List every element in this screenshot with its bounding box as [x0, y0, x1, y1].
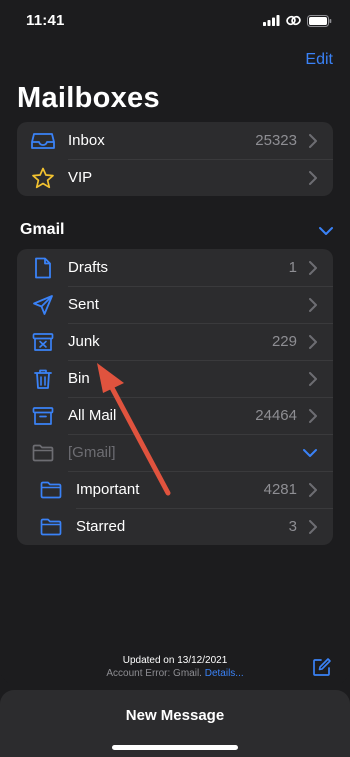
mailbox-label: All Mail — [68, 407, 117, 424]
mailbox-count: 1 — [288, 259, 297, 276]
status-bar: 11:41 — [0, 0, 350, 44]
mailbox-label: Starred — [76, 518, 126, 535]
section-title-gmail: Gmail — [20, 221, 65, 238]
account-error-text: Account Error: Gmail. — [106, 668, 202, 679]
mailbox-row-inbox[interactable]: Inbox 25323 — [17, 122, 333, 159]
status-icons — [263, 14, 332, 27]
mailbox-count: 4281 — [263, 481, 297, 498]
mailbox-label: VIP — [68, 169, 93, 186]
account-error-line: Account Error: Gmail. Details... — [0, 668, 350, 679]
link-icon — [286, 15, 301, 26]
mailbox-count: 229 — [271, 333, 297, 350]
gmail-mailboxes-group: Drafts 1 Sent Junk 229 Bin All Mail 2446… — [17, 249, 333, 545]
chevron-right-icon — [309, 134, 317, 148]
chevron-right-icon — [309, 335, 317, 349]
mailbox-row-vip[interactable]: VIP — [17, 159, 333, 196]
updated-text: Updated on 13/12/2021 — [122, 655, 228, 666]
status-time: 11:41 — [26, 12, 65, 29]
inbox-icon — [31, 130, 55, 152]
mailbox-label: Junk — [68, 333, 100, 350]
paper-plane-icon — [31, 294, 55, 316]
mailbox-row-important[interactable]: Important 4281 — [17, 471, 333, 508]
mailbox-row-bin[interactable]: Bin — [17, 360, 333, 397]
junk-icon — [31, 331, 55, 353]
sync-status: Updated on 13/12/2021 Account Error: Gma… — [0, 655, 350, 679]
details-link[interactable]: Details... — [205, 668, 244, 679]
home-indicator[interactable] — [112, 745, 238, 750]
chevron-right-icon — [309, 372, 317, 386]
compose-icon[interactable] — [312, 657, 332, 677]
folder-icon — [39, 516, 63, 538]
new-message-sheet[interactable]: New Message — [0, 690, 350, 757]
folder-icon — [31, 442, 55, 464]
chevron-right-icon — [309, 298, 317, 312]
chevron-right-icon — [309, 261, 317, 275]
mailbox-label: Important — [76, 481, 140, 498]
mailbox-count: 24464 — [255, 407, 297, 424]
trash-icon — [31, 368, 55, 390]
star-icon — [31, 167, 55, 189]
chevron-right-icon — [309, 483, 317, 497]
mailbox-label: Inbox — [68, 132, 105, 149]
mailbox-label: Sent — [68, 296, 99, 313]
mailbox-count: 25323 — [255, 132, 297, 149]
chevron-down-icon[interactable] — [319, 226, 333, 236]
chevron-right-icon — [309, 520, 317, 534]
mailbox-label: [Gmail] — [68, 444, 116, 461]
folder-icon — [39, 479, 63, 501]
new-message-button[interactable]: New Message — [0, 707, 350, 724]
document-icon — [31, 257, 55, 279]
mailbox-row-junk[interactable]: Junk 229 — [17, 323, 333, 360]
main-mailboxes-group: Inbox 25323 VIP — [17, 122, 333, 196]
mailbox-label: Drafts — [68, 259, 109, 276]
mailbox-count: 3 — [288, 518, 297, 535]
mailbox-label: Bin — [68, 370, 90, 387]
mailbox-row-drafts[interactable]: Drafts 1 — [17, 249, 333, 286]
mailboxes-screen: 11:41 Edit Mailboxes Inbox 25323 VIP Gma… — [0, 0, 350, 686]
page-title: Mailboxes — [17, 82, 160, 114]
chevron-down-icon[interactable] — [303, 448, 317, 458]
archive-icon — [31, 405, 55, 427]
chevron-right-icon — [309, 171, 317, 185]
edit-button[interactable]: Edit — [305, 51, 333, 69]
mailbox-row-sent[interactable]: Sent — [17, 286, 333, 323]
mailbox-row-gmail-folder[interactable]: [Gmail] — [17, 434, 333, 471]
cellular-signal-icon — [263, 15, 280, 26]
mailbox-row-starred[interactable]: Starred 3 — [17, 508, 333, 545]
battery-icon — [307, 14, 332, 27]
chevron-right-icon — [309, 409, 317, 423]
mailbox-row-all-mail[interactable]: All Mail 24464 — [17, 397, 333, 434]
